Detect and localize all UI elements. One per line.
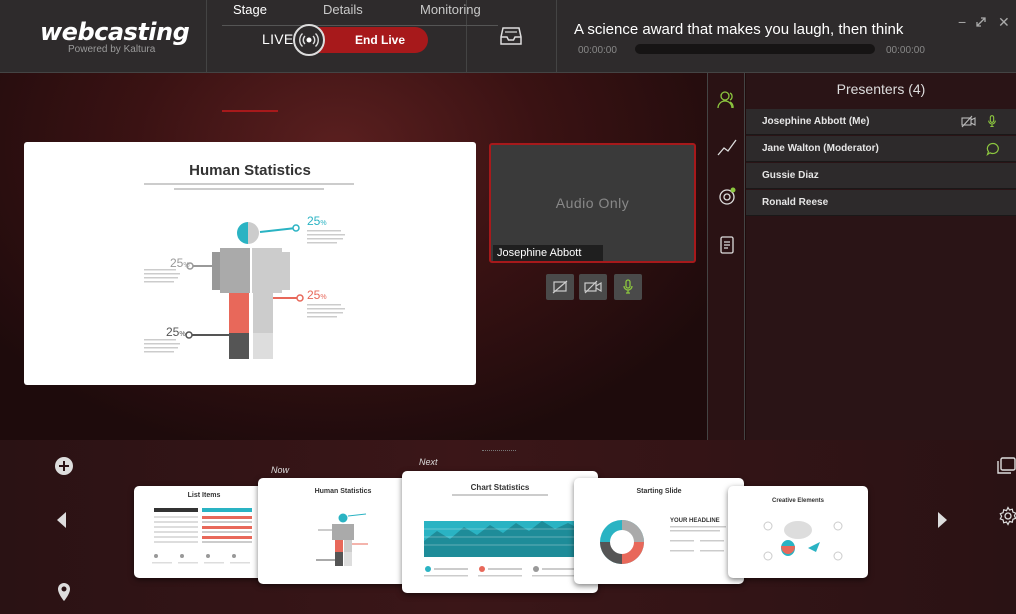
- slide-thumbnail[interactable]: List Items: [134, 486, 274, 578]
- slide-thumbnail[interactable]: Creative Elements: [728, 486, 868, 578]
- time-total: 00:00:00: [886, 45, 925, 56]
- next-label: Next: [419, 457, 438, 467]
- tab-active-indicator: [222, 110, 278, 112]
- slide-thumbnail-graphic: [763, 521, 843, 561]
- slide-thumbnail[interactable]: Starting Slide YOUR HEADLINE: [574, 478, 744, 584]
- side-icon-bar: [707, 73, 745, 440]
- divider: [206, 0, 207, 73]
- broadcast-settings-icon[interactable]: [717, 186, 737, 206]
- logo: webcasting Powered by Kaltura: [40, 20, 190, 56]
- screen-share-off-button[interactable]: [546, 274, 574, 300]
- add-slide-icon[interactable]: [54, 456, 74, 476]
- chat-icon[interactable]: [986, 142, 1000, 156]
- presenter-row[interactable]: Ronald Reese: [746, 190, 1016, 216]
- camera-off-icon[interactable]: [961, 115, 977, 128]
- camera-off-button[interactable]: [579, 274, 607, 300]
- video-status: Audio Only: [555, 195, 630, 211]
- stat-value: 25%: [307, 214, 327, 228]
- analytics-icon[interactable]: [717, 137, 737, 157]
- live-label: LIVE: [262, 31, 294, 47]
- presenter-row[interactable]: Jane Walton (Moderator): [746, 136, 1016, 162]
- presenters-panel: Presenters (4) Josephine Abbott (Me) Jan…: [746, 73, 1016, 440]
- event-title: A science award that makes you laugh, th…: [574, 21, 904, 38]
- video-presenter-name: Josephine Abbott: [493, 245, 603, 261]
- presenter-row[interactable]: Josephine Abbott (Me): [746, 109, 1016, 135]
- presenters-icon[interactable]: [717, 90, 737, 110]
- microphone-icon[interactable]: [987, 114, 997, 129]
- previous-arrow-icon[interactable]: [52, 510, 72, 530]
- next-arrow-icon[interactable]: [932, 510, 952, 530]
- slide-thumbnail-graphic: [152, 508, 252, 564]
- close-icon[interactable]: ✕: [998, 14, 1010, 31]
- camera-off-icon: [584, 280, 602, 294]
- broadcast-icon: [293, 24, 325, 56]
- slides-library-icon[interactable]: [996, 456, 1016, 476]
- human-figure-graphic: [144, 222, 345, 359]
- slide-thumbnail-graphic: [424, 494, 576, 577]
- minimize-icon[interactable]: −: [958, 14, 966, 30]
- tab-details[interactable]: Details: [323, 0, 363, 26]
- location-pin-icon[interactable]: [54, 582, 74, 602]
- presenter-video: Audio Only Josephine Abbott: [489, 143, 696, 263]
- screen-share-off-icon: [552, 280, 568, 294]
- divider: [556, 0, 557, 73]
- presenter-row[interactable]: Gussie Diaz: [746, 163, 1016, 189]
- time-elapsed: 00:00:00: [578, 45, 617, 56]
- stat-value: 25%: [166, 325, 186, 339]
- now-label: Now: [271, 465, 290, 475]
- tab-monitoring[interactable]: Monitoring: [420, 0, 481, 26]
- webcasting-app: webcasting Powered by Kaltura LIVE End L…: [0, 0, 1016, 614]
- playback-progress-bar[interactable]: [635, 44, 875, 54]
- stat-value: 25%: [170, 256, 190, 270]
- end-live-button[interactable]: End Live: [318, 27, 428, 53]
- presenter-name: Gussie Diaz: [762, 170, 819, 181]
- top-bar: webcasting Powered by Kaltura LIVE End L…: [0, 0, 1016, 73]
- current-slide: Human Statistics 25% 25% 25% 25%: [24, 142, 476, 385]
- inbox-icon[interactable]: [500, 26, 522, 46]
- presenter-name: Jane Walton (Moderator): [762, 143, 879, 154]
- notes-icon[interactable]: [717, 235, 737, 255]
- slide-thumbnail-next[interactable]: Chart Statistics: [402, 471, 598, 593]
- microphone-button[interactable]: [614, 274, 642, 300]
- presenter-name: Josephine Abbott (Me): [762, 116, 870, 127]
- microphone-icon: [623, 279, 633, 294]
- expand-icon[interactable]: [975, 16, 987, 28]
- resize-handle[interactable]: [482, 450, 516, 452]
- presenter-name: Ronald Reese: [762, 197, 829, 208]
- presenters-title: Presenters (4): [836, 81, 926, 97]
- stat-value: 25%: [307, 288, 327, 302]
- logo-title: webcasting: [40, 18, 190, 46]
- slide-thumbnail-graphic: [600, 520, 726, 564]
- tab-stage[interactable]: Stage: [233, 0, 267, 26]
- settings-gear-icon[interactable]: [998, 506, 1016, 526]
